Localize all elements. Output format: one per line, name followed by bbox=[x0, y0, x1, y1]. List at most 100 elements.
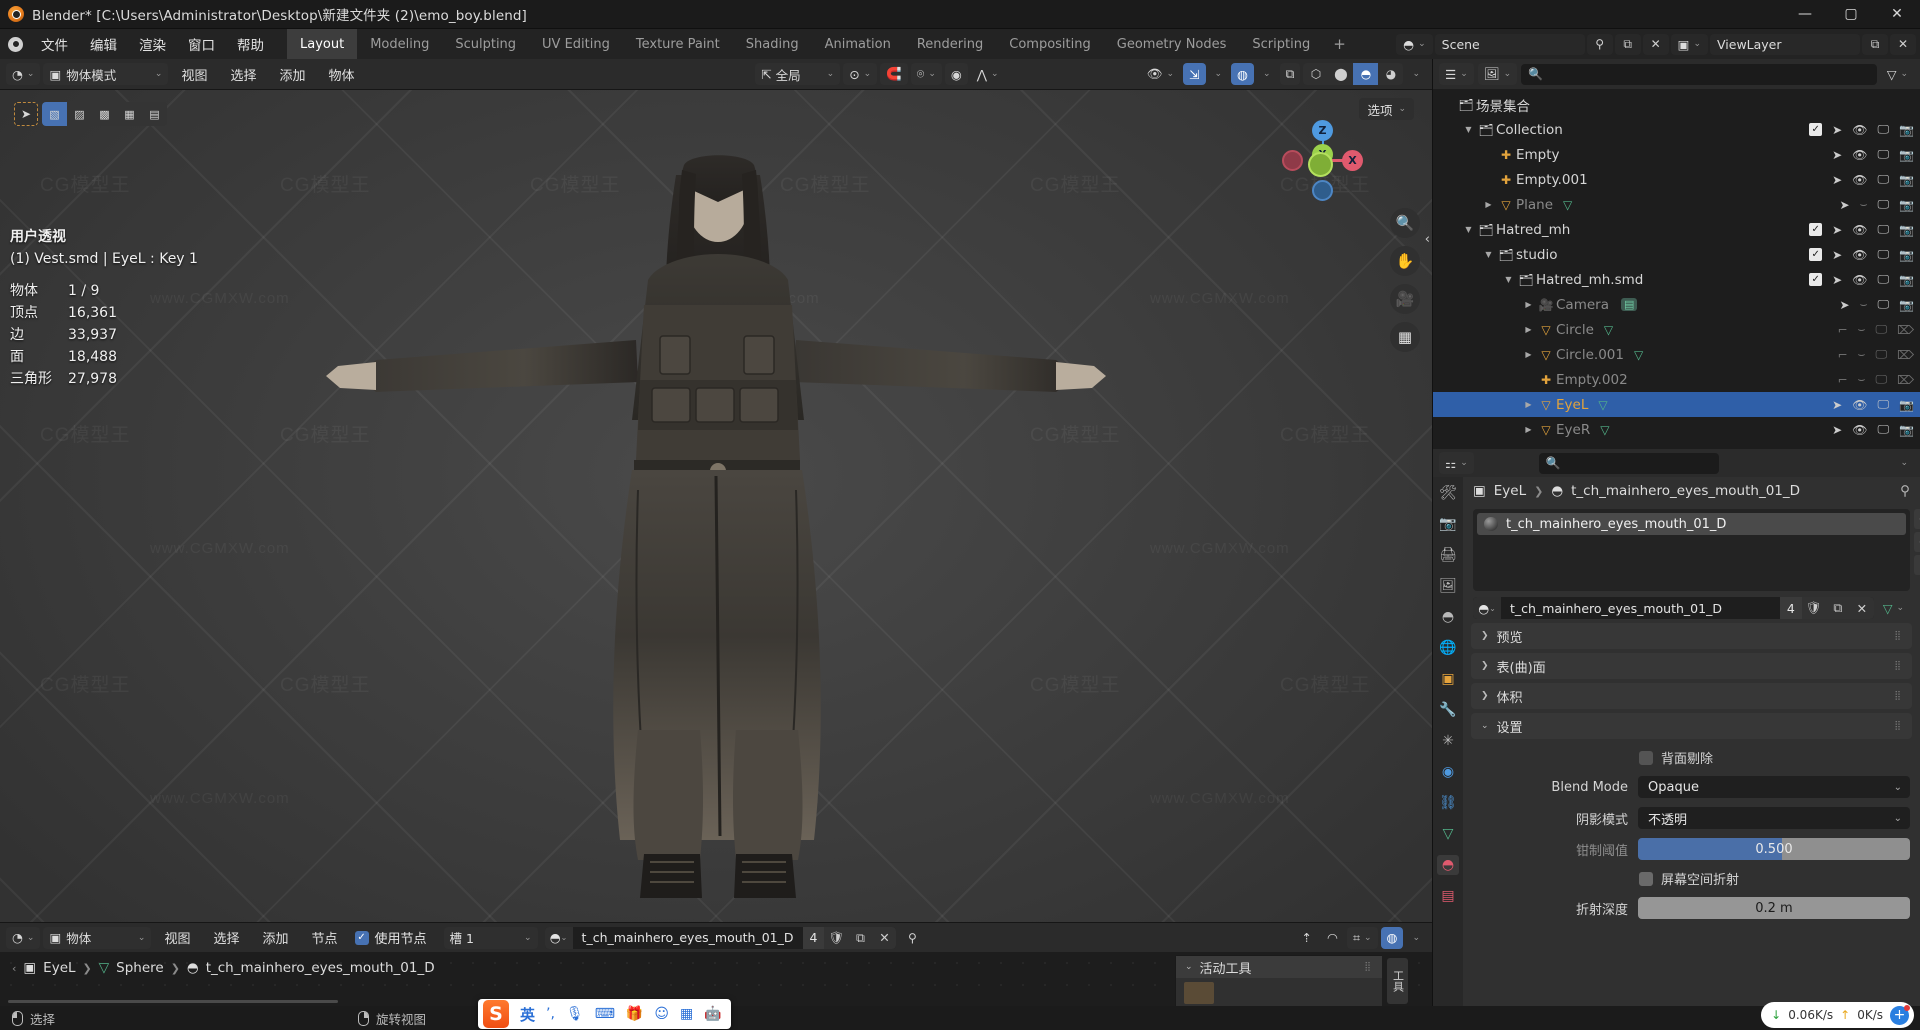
tab-animation[interactable]: Animation bbox=[812, 29, 904, 59]
select-intersect-icon[interactable]: ▤ bbox=[142, 102, 167, 126]
select-box-icon[interactable]: ▧ bbox=[42, 102, 67, 126]
screen-toggle-icon[interactable]: 🖵 bbox=[1875, 372, 1887, 387]
tab-rendering[interactable]: Rendering bbox=[904, 29, 996, 59]
outliner-row-empty-001[interactable]: ✚ Empty.001 ➤ 👁 🖵 📷 bbox=[1433, 167, 1920, 192]
use-nodes-checkbox[interactable]: ✓ bbox=[354, 930, 369, 945]
breadcrumb-object[interactable]: EyeL bbox=[43, 960, 75, 976]
snap-magnet-icon[interactable]: 🧲 bbox=[880, 63, 908, 85]
outliner-row-circle-001[interactable]: ▶ ▽ Circle.001 ▽ ⌐ ⌣ 🖵 ⌦ bbox=[1433, 342, 1920, 367]
outliner-row--[interactable]: 🗂 场景集合 bbox=[1433, 92, 1920, 117]
cursor-toggle-icon[interactable]: ➤ bbox=[1832, 148, 1842, 162]
add-widget-button[interactable]: + bbox=[1890, 1004, 1910, 1025]
camera-toggle-icon[interactable]: 📷 bbox=[1899, 173, 1914, 187]
eye-toggle-icon[interactable]: ⌣ bbox=[1860, 297, 1868, 312]
props-breadcrumb-material[interactable]: t_ch_mainhero_eyes_mouth_01_D bbox=[1571, 483, 1800, 499]
mesh-data-icon[interactable]: ▽ bbox=[1598, 398, 1607, 412]
tab-view-layer[interactable]: 🖼 bbox=[1437, 576, 1459, 596]
editor-type-icon[interactable]: ◔ ⌄ bbox=[6, 63, 41, 85]
shading-rendered-icon[interactable]: ◕ bbox=[1378, 63, 1403, 85]
keyboard-icon[interactable]: ⌨ bbox=[595, 1006, 615, 1022]
outliner-search-input[interactable]: 🔍 bbox=[1521, 63, 1877, 85]
delete-scene-icon[interactable]: ✕ bbox=[1642, 33, 1669, 55]
tab-particles[interactable]: ✳ bbox=[1437, 731, 1459, 751]
tab-texture[interactable]: ▤ bbox=[1437, 886, 1459, 906]
mesh-data-icon[interactable]: ▽ bbox=[1600, 423, 1609, 437]
shadow-mode-dropdown[interactable]: 不透明 ⌄ bbox=[1638, 807, 1910, 829]
camera-toggle-icon[interactable]: 📷 bbox=[1899, 223, 1914, 237]
cursor-toggle-icon[interactable]: ➤ bbox=[1840, 298, 1850, 312]
mesh-data-icon[interactable]: ▽ bbox=[1634, 348, 1643, 362]
disclosure-closed-icon[interactable]: ▶ bbox=[1521, 425, 1536, 434]
panel-preview[interactable]: ❯ 预览 ⣿ bbox=[1471, 623, 1912, 649]
properties-search-input[interactable]: 🔍 bbox=[1538, 452, 1719, 474]
camera-toggle-icon[interactable]: 📷 bbox=[1899, 273, 1914, 287]
shading-dropdown[interactable]: ⌄ bbox=[1406, 63, 1426, 85]
use-nodes-toggle[interactable]: ✓ 使用节点 bbox=[354, 928, 427, 947]
props-breadcrumb-object[interactable]: EyeL bbox=[1494, 483, 1526, 499]
viewlayer-name-field[interactable]: ViewLayer bbox=[1710, 33, 1860, 55]
gizmo-axis-z-neg[interactable] bbox=[1312, 180, 1333, 201]
node-overlays-icon[interactable]: ◍ bbox=[1380, 926, 1404, 949]
tab-uv-editing[interactable]: UV Editing bbox=[529, 29, 623, 59]
camera-toggle-icon[interactable]: 📷 bbox=[1899, 398, 1914, 412]
disclosure-open-icon[interactable]: ▼ bbox=[1461, 125, 1476, 134]
tab-object-data[interactable]: ▽ bbox=[1437, 824, 1459, 844]
menu-window[interactable]: 窗口 bbox=[177, 29, 226, 59]
eye-toggle-icon[interactable]: ⌣ bbox=[1860, 197, 1868, 212]
camera-toggle-icon[interactable]: 📷 bbox=[1899, 298, 1914, 312]
pin-material-icon[interactable]: ⚲ bbox=[899, 927, 925, 948]
node-snapping-icon[interactable]: ⌗ ⌄ bbox=[1346, 926, 1378, 949]
eye-toggle-icon[interactable]: ⌣ bbox=[1858, 322, 1866, 337]
shader-material-selector[interactable]: ◓ ⌄ t_ch_mainhero_eyes_mouth_01_D 4 🛡 ⧉ ✕ bbox=[544, 926, 897, 949]
menu-help[interactable]: 帮助 bbox=[226, 29, 275, 59]
outliner-row-collection[interactable]: ▼ 🗂 Collection ✓ ➤ 👁 🖵 📷 bbox=[1433, 117, 1920, 142]
camera-toggle-icon[interactable]: ⌦ bbox=[1897, 373, 1914, 387]
unlink-material-icon[interactable]: ✕ bbox=[872, 926, 897, 949]
mic-icon[interactable]: 🎙 bbox=[566, 1006, 584, 1022]
tab-physics[interactable]: ◉ bbox=[1437, 762, 1459, 782]
camera-data-icon[interactable]: ▤ bbox=[1620, 298, 1638, 311]
cursor-toggle-icon[interactable]: ➤ bbox=[1832, 173, 1842, 187]
shader-menu-select[interactable]: 选择 bbox=[203, 928, 249, 947]
scene-name-field[interactable]: Scene bbox=[1434, 33, 1585, 55]
properties-editor-type-icon[interactable]: ⚏ ⌄ bbox=[1439, 452, 1474, 474]
node-overlays-dropdown[interactable]: ⌄ bbox=[1406, 927, 1426, 949]
gizmo-axis-x-neg[interactable] bbox=[1282, 150, 1303, 171]
outliner-editor-type-icon[interactable]: ☰ ⌄ bbox=[1439, 63, 1474, 85]
robot-icon[interactable]: 🤖 bbox=[704, 1006, 721, 1022]
mesh-data-icon[interactable]: ▽ bbox=[1563, 198, 1572, 212]
screen-toggle-icon[interactable]: 🖵 bbox=[1877, 172, 1889, 187]
emoji-icon[interactable]: ☺ bbox=[654, 1006, 669, 1022]
screen-toggle-icon[interactable]: 🖵 bbox=[1877, 247, 1889, 262]
tab-material[interactable]: ◓ bbox=[1437, 855, 1459, 875]
shader-material-users[interactable]: 4 bbox=[802, 926, 825, 949]
cursor-toggle-icon[interactable]: ➤ bbox=[1832, 398, 1842, 412]
outliner-row-camera[interactable]: ▶ 🎥 Camera ▤ ➤ ⌣ 🖵 📷 bbox=[1433, 292, 1920, 317]
ssr-row[interactable]: 屏幕空间折射 bbox=[1463, 869, 1910, 888]
new-viewlayer-icon[interactable]: ⧉ bbox=[1862, 33, 1888, 55]
tab-modeling[interactable]: Modeling bbox=[357, 29, 442, 59]
screen-toggle-icon[interactable]: 🖵 bbox=[1877, 222, 1889, 237]
breadcrumb-back-icon[interactable]: ‹ bbox=[12, 962, 16, 975]
tab-sculpting[interactable]: Sculpting bbox=[442, 29, 529, 59]
outliner-row-hatred-mh[interactable]: ▼ 🗂 Hatred_mh ✓ ➤ 👁 🖵 📷 bbox=[1433, 217, 1920, 242]
close-button[interactable]: ✕ bbox=[1874, 0, 1920, 29]
backface-culling-row[interactable]: 背面剔除 bbox=[1463, 748, 1910, 767]
menu-file[interactable]: 文件 bbox=[30, 29, 79, 59]
navigation-gizmo[interactable]: Z Y X bbox=[1280, 118, 1364, 202]
viewport-3d[interactable]: CG模型王 CG模型王 CG模型王 CG模型王 CG模型王 CG模型王 CG模型… bbox=[0, 90, 1432, 930]
pin-id-icon[interactable]: ⚲ bbox=[1900, 483, 1910, 499]
snap-to-dropdown[interactable]: ⌾ ⌄ bbox=[910, 63, 942, 85]
cursor-toggle-icon[interactable]: ➤ bbox=[1832, 273, 1842, 287]
shader-menu-add[interactable]: 添加 bbox=[253, 928, 299, 947]
material-link-dropdown[interactable]: ▽ ⌄ bbox=[1877, 597, 1910, 619]
tab-object[interactable]: ▣ bbox=[1437, 669, 1459, 689]
screen-toggle-icon[interactable]: 🖵 bbox=[1877, 122, 1889, 137]
shader-menu-view[interactable]: 视图 bbox=[154, 928, 200, 947]
outliner-display-mode-icon[interactable]: 🖼 ⌄ bbox=[1477, 63, 1518, 85]
screen-toggle-icon[interactable]: 🖵 bbox=[1877, 197, 1889, 212]
shading-wireframe-icon[interactable]: ⬡ bbox=[1303, 63, 1328, 85]
panel-settings[interactable]: ⌄ 设置 ⣿ bbox=[1471, 713, 1912, 739]
viewport-menu-view[interactable]: 视图 bbox=[171, 65, 217, 84]
eye-toggle-icon[interactable]: 👁 bbox=[1852, 223, 1867, 237]
